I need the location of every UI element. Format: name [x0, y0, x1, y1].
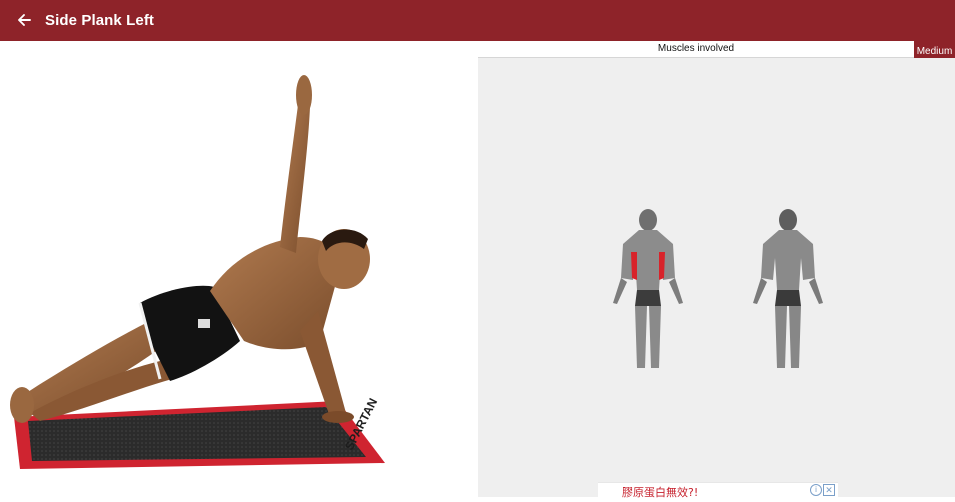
page-title: Side Plank Left — [45, 12, 155, 29]
arrow-left-icon — [18, 14, 31, 26]
muscles-diagram-area: 膠原蛋白無效?! i ✕ — [478, 58, 955, 498]
ad-text: 膠原蛋白無效?! — [622, 486, 699, 498]
back-button[interactable] — [12, 8, 36, 32]
app-bar: Side Plank Left — [0, 0, 955, 41]
info-icon[interactable]: i — [810, 484, 822, 496]
side-plank-figure: SPARTAN — [10, 75, 385, 469]
back-body-diagram — [753, 209, 823, 368]
front-body-diagram — [613, 209, 683, 368]
ad-banner[interactable]: 膠原蛋白無效?! i ✕ — [598, 482, 838, 498]
exercise-illustration-panel: SPARTAN — [0, 41, 478, 497]
muscles-involved-header: Muscles involved — [478, 41, 914, 58]
close-icon[interactable]: ✕ — [823, 484, 835, 496]
muscles-panel: Muscles involved Medium 膠原蛋白無效?! i ✕ — [478, 41, 955, 498]
